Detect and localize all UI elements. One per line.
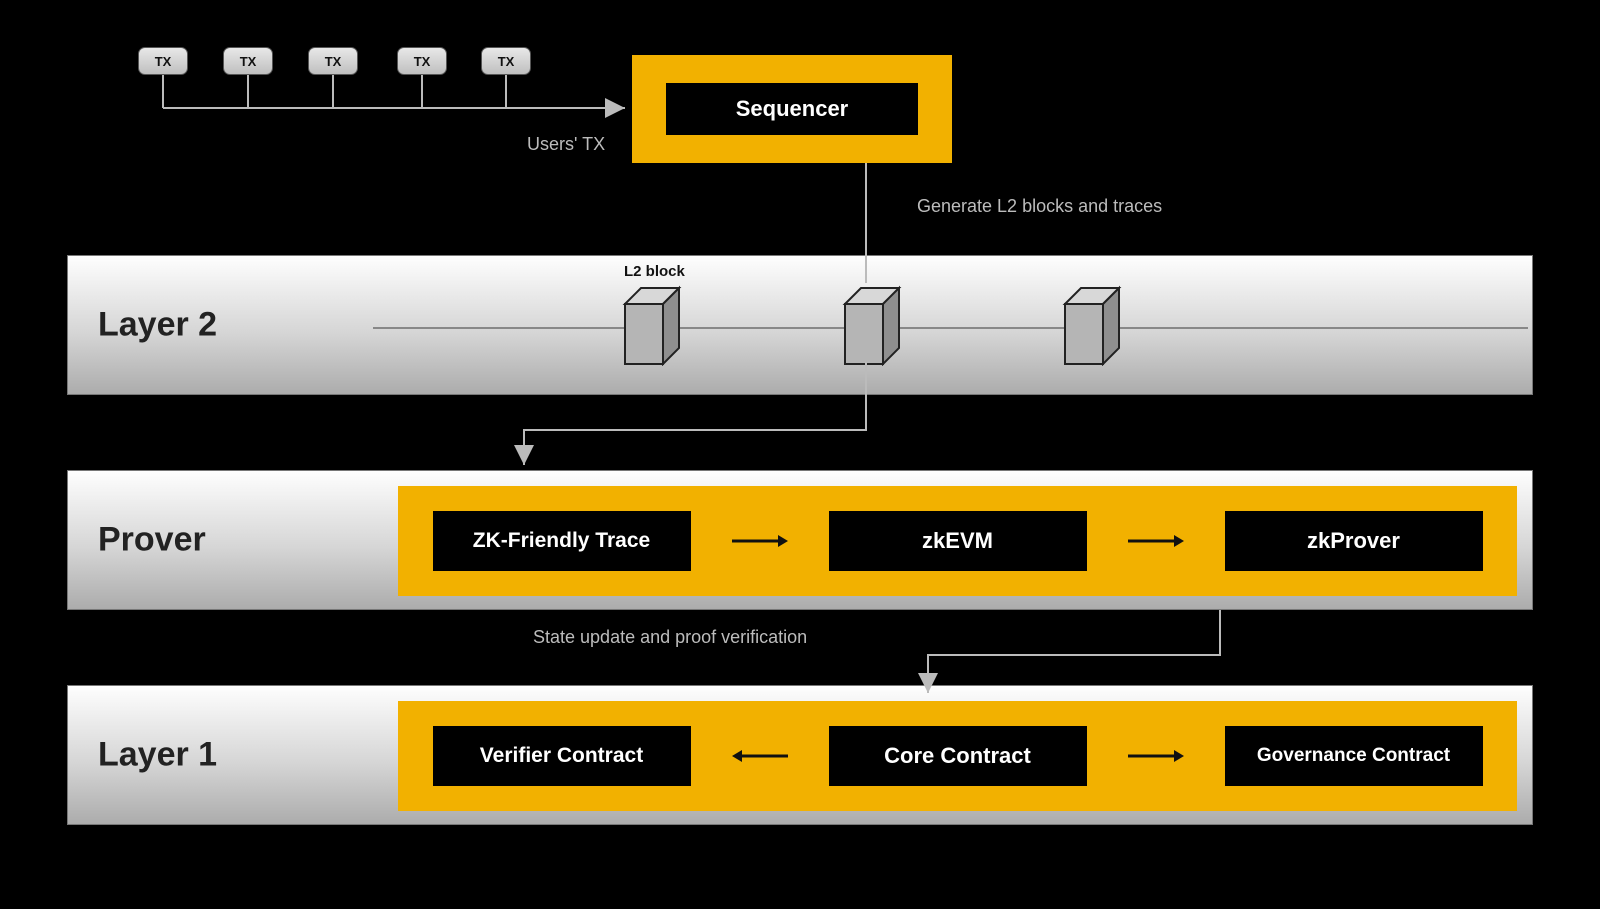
tx-pill: TX [223, 47, 273, 75]
tx-pill: TX [308, 47, 358, 75]
zk-trace-box: ZK-Friendly Trace [433, 511, 691, 571]
tx-pill: TX [397, 47, 447, 75]
prover-inner: ZK-Friendly Trace zkEVM zkProver [398, 486, 1517, 596]
verifier-contract-box: Verifier Contract [433, 726, 691, 786]
arrow-right-icon [730, 531, 790, 551]
layer1-section: Layer 1 Verifier Contract Core Contract … [67, 685, 1533, 825]
users-tx-caption: Users' TX [527, 134, 605, 155]
sequencer-label: Sequencer [666, 83, 918, 135]
prover-section: Prover ZK-Friendly Trace zkEVM zkProver [67, 470, 1533, 610]
layer1-inner: Verifier Contract Core Contract Governan… [398, 701, 1517, 811]
state-update-caption: State update and proof verification [533, 627, 807, 648]
l2-block-cube [833, 282, 917, 366]
zkevm-box: zkEVM [829, 511, 1087, 571]
sequencer-block: Sequencer [632, 55, 952, 163]
governance-contract-box: Governance Contract [1225, 726, 1483, 786]
arrow-right-icon [1126, 746, 1186, 766]
prover-label: Prover [98, 521, 206, 560]
l2-block-cube [1053, 282, 1137, 366]
tx-pill: TX [481, 47, 531, 75]
layer1-label: Layer 1 [98, 736, 217, 775]
l2-block-cube [613, 282, 697, 366]
tx-pill: TX [138, 47, 188, 75]
core-contract-box: Core Contract [829, 726, 1087, 786]
arrow-left-icon [730, 746, 790, 766]
layer2-section: Layer 2 L2 block [67, 255, 1533, 395]
zkprover-box: zkProver [1225, 511, 1483, 571]
arrow-right-icon [1126, 531, 1186, 551]
gen-blocks-caption: Generate L2 blocks and traces [917, 196, 1162, 217]
